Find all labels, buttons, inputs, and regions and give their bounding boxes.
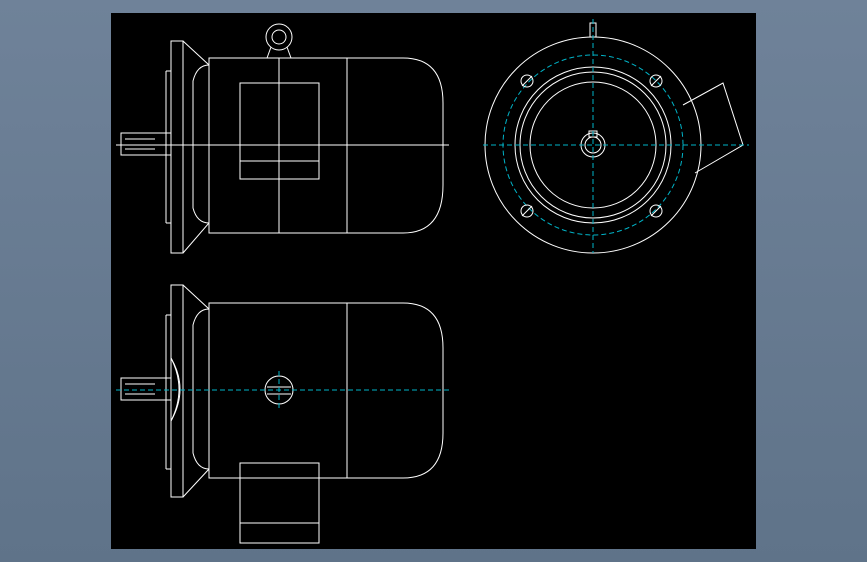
flange-plate (170, 40, 184, 254)
cad-viewport[interactable] (111, 13, 756, 549)
terminal-box (239, 462, 320, 544)
motor-drawing (116, 19, 749, 544)
end-view (483, 19, 749, 254)
shaft (120, 132, 172, 156)
bolt-holes (520, 74, 663, 218)
flange-plate (170, 284, 184, 498)
terminal-box-side (682, 82, 744, 174)
front-elevation-view (116, 23, 449, 254)
top-view (116, 284, 449, 544)
lifting-eye (265, 23, 293, 51)
collar (192, 64, 210, 224)
shaft (120, 377, 172, 401)
